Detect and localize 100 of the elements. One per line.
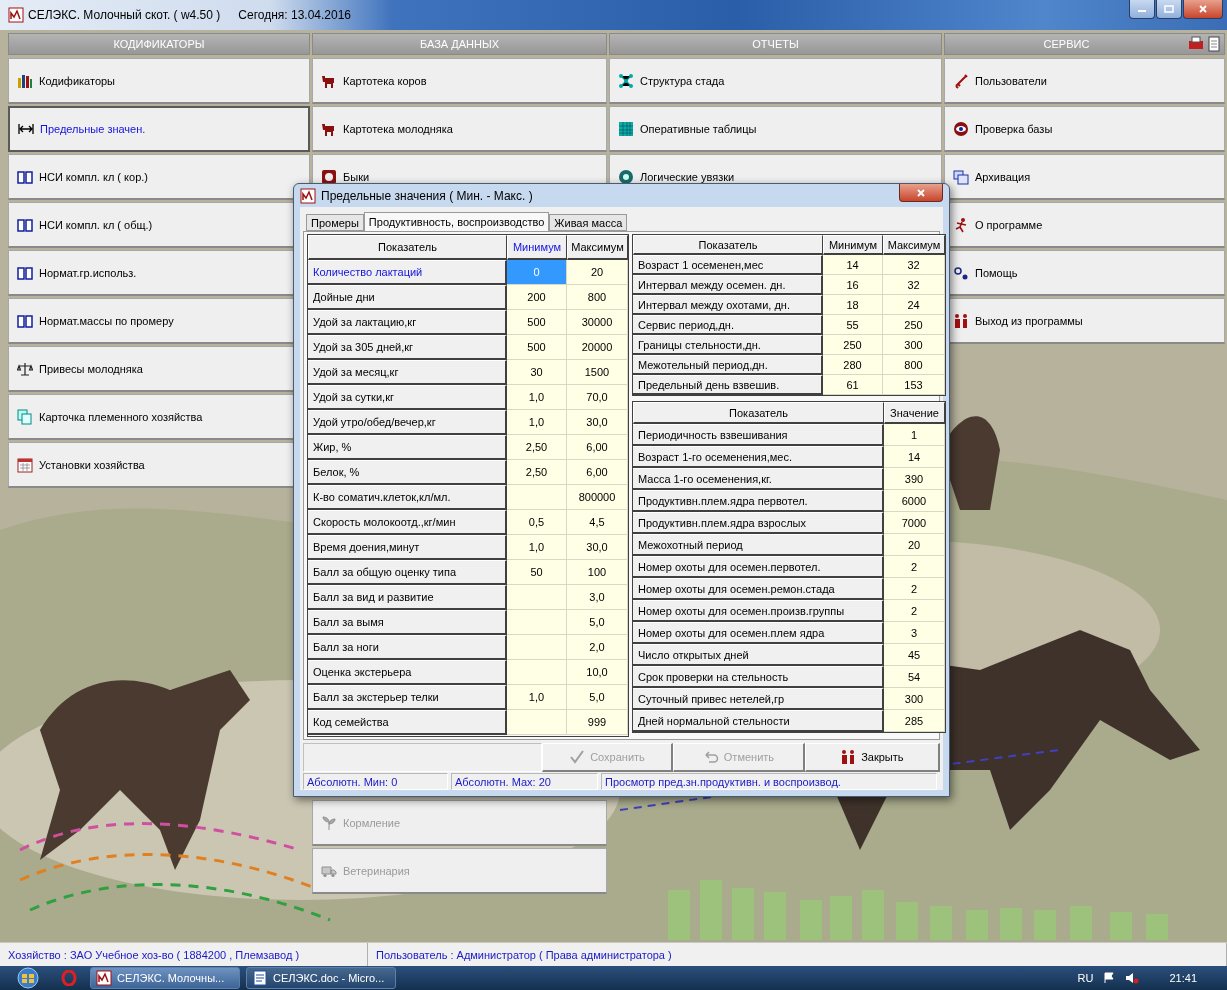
- table-cell[interactable]: 500: [507, 335, 567, 360]
- table-cell[interactable]: 1,0: [507, 410, 567, 435]
- table-cell[interactable]: 0,5: [507, 510, 567, 535]
- row-header[interactable]: Оценка экстерьера: [308, 660, 507, 685]
- row-header[interactable]: Удой за сутки,кг: [308, 385, 507, 410]
- table-cell[interactable]: 7000: [884, 512, 945, 534]
- table-cell[interactable]: 800000: [567, 485, 628, 510]
- speaker-icon[interactable]: [1125, 972, 1140, 984]
- table-cell[interactable]: 250: [883, 315, 945, 335]
- table-cell[interactable]: 30: [507, 360, 567, 385]
- table-cell[interactable]: 280: [823, 355, 883, 375]
- table-cell[interactable]: 500: [507, 310, 567, 335]
- table-cell[interactable]: 300: [883, 335, 945, 355]
- tab[interactable]: Промеры: [306, 214, 364, 231]
- table-cell[interactable]: 3,0: [567, 585, 628, 610]
- table-cell[interactable]: 50: [507, 560, 567, 585]
- table-cell[interactable]: 285: [884, 710, 945, 732]
- table-cell[interactable]: [507, 485, 567, 510]
- table-cell[interactable]: 16: [823, 275, 883, 295]
- column-header[interactable]: Минимум: [507, 235, 567, 260]
- task-button[interactable]: СЕЛЭКС. Молочны...: [90, 967, 240, 989]
- table-cell[interactable]: 6,00: [567, 460, 628, 485]
- table-cell[interactable]: 3: [884, 622, 945, 644]
- table-cell[interactable]: 800: [883, 355, 945, 375]
- menu-button[interactable]: Картотека коров: [312, 58, 607, 104]
- table-cell[interactable]: 20000: [567, 335, 628, 360]
- table-cell[interactable]: 32: [883, 275, 945, 295]
- table-cell[interactable]: [507, 585, 567, 610]
- row-header[interactable]: Балл за вид и развитие: [308, 585, 507, 610]
- row-header[interactable]: Балл за общую оценку типа: [308, 560, 507, 585]
- column-header[interactable]: Максимум: [567, 235, 628, 260]
- menu-button[interactable]: Архивация: [944, 154, 1225, 200]
- table-cell[interactable]: 5,0: [567, 610, 628, 635]
- table-cell[interactable]: [507, 610, 567, 635]
- table-cell[interactable]: 30,0: [567, 410, 628, 435]
- table-cell[interactable]: 55: [823, 315, 883, 335]
- table-cell[interactable]: 250: [823, 335, 883, 355]
- dialog-button[interactable]: Закрыть: [804, 743, 940, 772]
- table-cell[interactable]: 800: [567, 285, 628, 310]
- table-cell[interactable]: 24: [883, 295, 945, 315]
- table-cell[interactable]: 390: [884, 468, 945, 490]
- row-header[interactable]: Удой утро/обед/вечер,кг: [308, 410, 507, 435]
- table-cell[interactable]: 20: [567, 260, 628, 285]
- row-header[interactable]: К-во соматич.клеток,кл/мл.: [308, 485, 507, 510]
- table-cell[interactable]: 999: [567, 710, 628, 735]
- menu-button[interactable]: Картотека молодняка: [312, 106, 607, 152]
- table-cell[interactable]: 1,0: [507, 535, 567, 560]
- table-cell[interactable]: [507, 635, 567, 660]
- table-cell[interactable]: 2: [884, 578, 945, 600]
- row-header[interactable]: Дойные дни: [308, 285, 507, 310]
- row-header[interactable]: Время доения,минут: [308, 535, 507, 560]
- table-cell[interactable]: 100: [567, 560, 628, 585]
- table-cell[interactable]: 2: [884, 600, 945, 622]
- row-header[interactable]: Балл за экстерьер телки: [308, 685, 507, 710]
- language-indicator[interactable]: RU: [1077, 972, 1094, 984]
- clock[interactable]: 21:41: [1169, 972, 1197, 984]
- table-cell[interactable]: 2,50: [507, 435, 567, 460]
- row-header[interactable]: Балл за вымя: [308, 610, 507, 635]
- menu-button[interactable]: НСИ компл. кл ( кор.): [8, 154, 310, 200]
- menu-button[interactable]: Проверка базы: [944, 106, 1225, 152]
- table-cell[interactable]: 2: [884, 556, 945, 578]
- table-cell[interactable]: 6,00: [567, 435, 628, 460]
- row-header[interactable]: Количество лактаций: [308, 260, 507, 285]
- table-cell[interactable]: [507, 660, 567, 685]
- table-cell[interactable]: 4,5: [567, 510, 628, 535]
- table-cell[interactable]: 1: [884, 424, 945, 446]
- menu-button[interactable]: Пользователи: [944, 58, 1225, 104]
- menu-button[interactable]: Оперативные таблицы: [609, 106, 942, 152]
- menu-button[interactable]: Предельные значен.: [8, 106, 310, 152]
- table-cell[interactable]: 153: [883, 375, 945, 395]
- table-cell[interactable]: 32: [883, 255, 945, 275]
- menu-button[interactable]: Кодификаторы: [8, 58, 310, 104]
- table-cell[interactable]: 70,0: [567, 385, 628, 410]
- table-cell[interactable]: 200: [507, 285, 567, 310]
- table-cell[interactable]: 1,0: [507, 685, 567, 710]
- table-cell[interactable]: 30,0: [567, 535, 628, 560]
- table-cell[interactable]: 2,50: [507, 460, 567, 485]
- table-cell[interactable]: 18: [823, 295, 883, 315]
- table-cell[interactable]: 6000: [884, 490, 945, 512]
- table-cell[interactable]: 20: [884, 534, 945, 556]
- table-cell[interactable]: 300: [884, 688, 945, 710]
- table-cell[interactable]: 61: [823, 375, 883, 395]
- table-cell[interactable]: 14: [823, 255, 883, 275]
- table-cell[interactable]: 45: [884, 644, 945, 666]
- close-button[interactable]: [899, 184, 943, 202]
- row-header[interactable]: Удой за лактацию,кг: [308, 310, 507, 335]
- table-cell[interactable]: 1500: [567, 360, 628, 385]
- column-header[interactable]: Показатель: [308, 235, 507, 260]
- table-cell[interactable]: 1,0: [507, 385, 567, 410]
- table-cell[interactable]: 30000: [567, 310, 628, 335]
- row-header[interactable]: Балл за ноги: [308, 635, 507, 660]
- table-cell[interactable]: 2,0: [567, 635, 628, 660]
- row-header[interactable]: Жир, %: [308, 435, 507, 460]
- row-header[interactable]: Код семейства: [308, 710, 507, 735]
- table-cell[interactable]: 10,0: [567, 660, 628, 685]
- flag-icon[interactable]: [1103, 972, 1116, 984]
- table-cell[interactable]: 5,0: [567, 685, 628, 710]
- table-cell[interactable]: 54: [884, 666, 945, 688]
- row-header[interactable]: Белок, %: [308, 460, 507, 485]
- row-header[interactable]: Удой за месяц,кг: [308, 360, 507, 385]
